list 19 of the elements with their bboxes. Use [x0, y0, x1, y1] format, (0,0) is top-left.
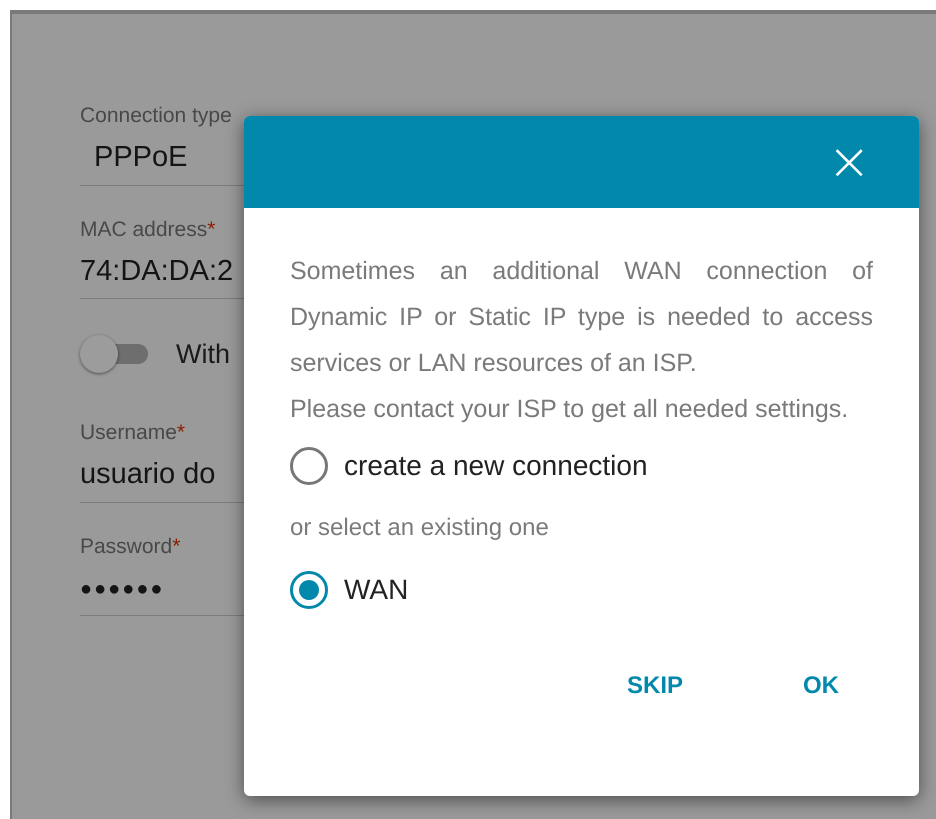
radio-button[interactable]: [290, 571, 328, 609]
field-label: Password: [80, 534, 172, 560]
radio-option[interactable]: create a new connection: [290, 436, 873, 496]
close-button[interactable]: ×: [827, 136, 871, 188]
field-label: MAC address: [80, 216, 208, 242]
dialog-button[interactable]: OK: [803, 668, 839, 704]
field-label: Connection type: [80, 103, 232, 129]
required-asterisk: *: [176, 420, 186, 446]
dialog-button[interactable]: SKIP: [626, 668, 683, 704]
toggle-label: With: [176, 338, 230, 371]
required-asterisk: *: [172, 534, 180, 560]
radio-button[interactable]: [290, 447, 328, 485]
required-asterisk: *: [207, 216, 216, 242]
dialog-message: Please contact your ISP to get all needed settings.: [290, 394, 850, 425]
dialog-message: Sometimes an additional WAN connection of Dynamic IP or Static IP type is needed to access services or LAN resources of an ISP.: [290, 256, 873, 379]
radio-option[interactable]: WAN: [290, 560, 873, 620]
option-hint: or select an existing one: [290, 513, 550, 543]
toggle-switch[interactable]: [80, 336, 148, 372]
field-label: Username: [80, 420, 177, 446]
